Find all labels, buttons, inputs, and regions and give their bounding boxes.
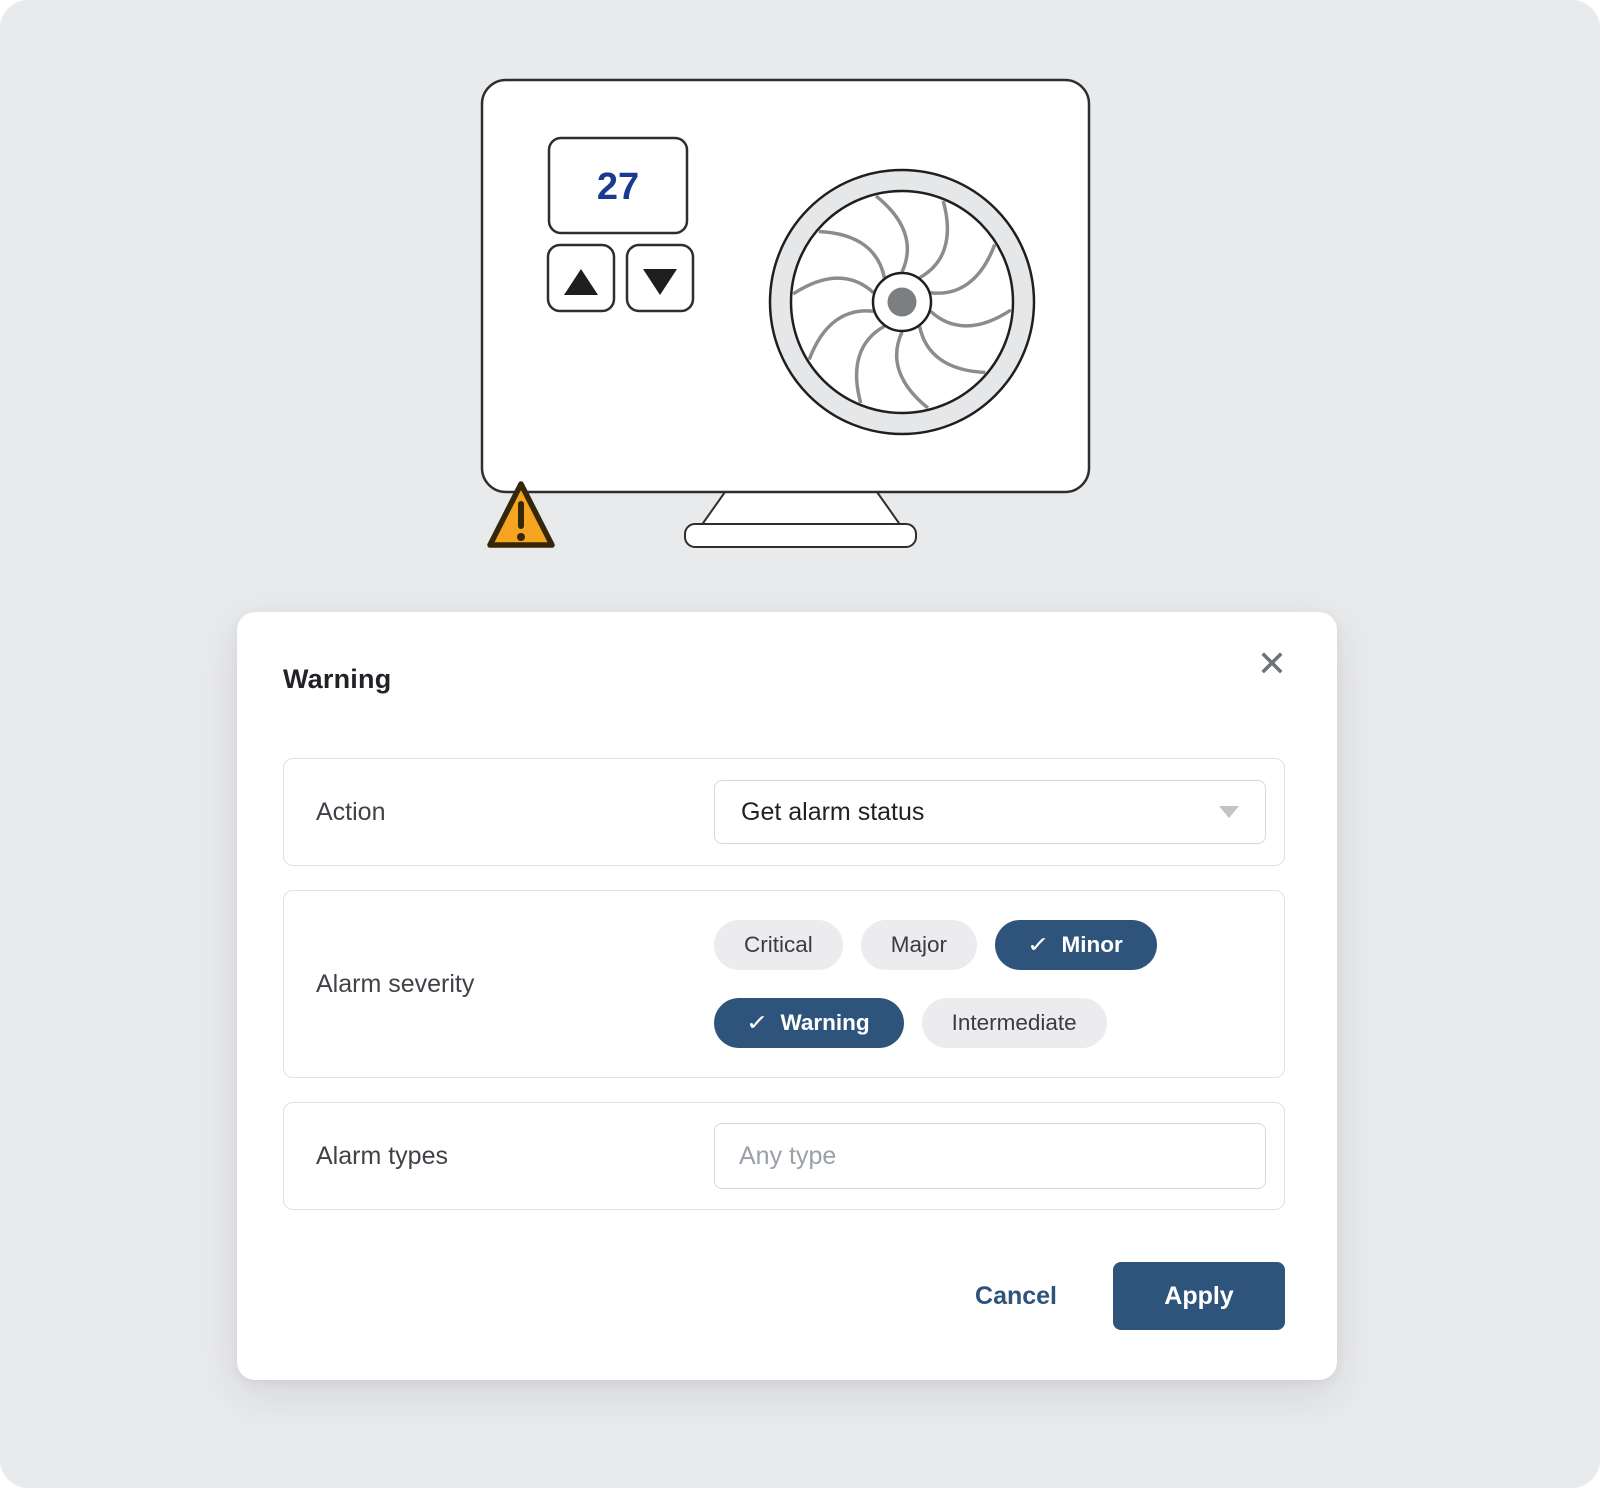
severity-chip-critical[interactable]: Critical xyxy=(714,920,843,970)
action-dropdown-value: Get alarm status xyxy=(741,798,924,827)
chip-label: Major xyxy=(891,932,947,958)
alarm-severity-label: Alarm severity xyxy=(316,970,714,999)
alarm-severity-row: Alarm severity Critical Major ✓ Minor ✓ … xyxy=(283,890,1285,1078)
fan-hub-dot xyxy=(888,288,917,317)
alarm-types-row: Alarm types xyxy=(283,1102,1285,1210)
alarm-types-label: Alarm types xyxy=(316,1142,714,1171)
dialog-footer: Cancel Apply xyxy=(975,1262,1285,1330)
alarm-types-control xyxy=(714,1123,1266,1189)
dialog-title: Warning xyxy=(283,664,391,695)
close-icon[interactable]: ✕ xyxy=(1257,646,1287,682)
monitor-stand-neck xyxy=(701,492,901,526)
apply-button[interactable]: Apply xyxy=(1113,1262,1285,1330)
cancel-button[interactable]: Cancel xyxy=(975,1282,1057,1311)
chip-label: Minor xyxy=(1061,932,1122,958)
action-label: Action xyxy=(316,798,714,827)
severity-chip-major[interactable]: Major xyxy=(861,920,977,970)
chip-label: Intermediate xyxy=(952,1010,1077,1036)
dialog-body: Action Get alarm status Alarm severity C… xyxy=(283,758,1285,1210)
severity-chip-warning[interactable]: ✓ Warning xyxy=(714,998,904,1048)
fan-icon xyxy=(770,170,1034,434)
severity-chip-group: Critical Major ✓ Minor ✓ Warning Interme xyxy=(714,920,1266,1048)
severity-chip-intermediate[interactable]: Intermediate xyxy=(922,998,1107,1048)
action-row: Action Get alarm status xyxy=(283,758,1285,866)
up-arrow-button xyxy=(548,245,614,311)
down-arrow-button xyxy=(627,245,693,311)
fan-unit-illustration: 27 xyxy=(0,0,1600,580)
action-dropdown[interactable]: Get alarm status xyxy=(714,780,1266,844)
check-icon: ✓ xyxy=(1027,932,1050,958)
device-illustration: 27 xyxy=(0,0,1600,580)
check-icon: ✓ xyxy=(746,1010,769,1036)
chip-label: Warning xyxy=(780,1010,869,1036)
alarm-types-input[interactable] xyxy=(714,1123,1266,1189)
monitor-stand-base xyxy=(685,524,916,547)
action-control: Get alarm status xyxy=(714,780,1266,844)
severity-chip-minor[interactable]: ✓ Minor xyxy=(995,920,1157,970)
chip-label: Critical xyxy=(744,932,813,958)
app-background: 27 xyxy=(0,0,1600,1488)
warning-dialog: Warning ✕ Action Get alarm status Alarm … xyxy=(237,612,1337,1380)
display-value: 27 xyxy=(597,166,639,208)
dropdown-caret-icon xyxy=(1219,806,1239,818)
